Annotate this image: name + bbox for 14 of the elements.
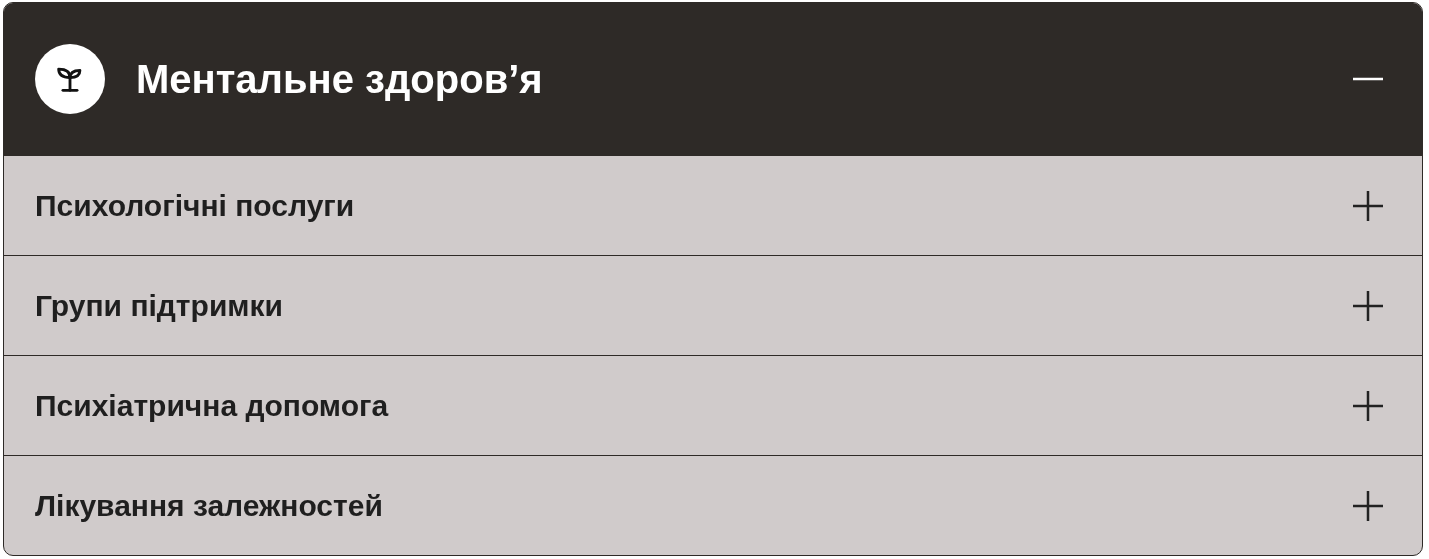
accordion-row[interactable]: Групи підтримки xyxy=(4,255,1422,355)
plus-icon[interactable] xyxy=(1352,189,1384,222)
section-title: Ментальне здоров’я xyxy=(136,56,544,103)
row-label: Психологічні послуги xyxy=(35,188,356,224)
row-label: Лікування залежностей xyxy=(35,488,384,524)
section-header[interactable]: Ментальне здоров’я xyxy=(4,3,1422,155)
accordion-row[interactable]: Лікування залежностей xyxy=(4,455,1422,555)
accordion-row[interactable]: Психологічні послуги xyxy=(4,155,1422,255)
plus-icon[interactable] xyxy=(1352,289,1384,322)
plus-icon[interactable] xyxy=(1352,489,1384,522)
row-label: Психіатрична допомога xyxy=(35,388,390,424)
row-label: Групи підтримки xyxy=(35,288,284,324)
plus-icon[interactable] xyxy=(1352,389,1384,422)
accordion-row[interactable]: Психіатрична допомога xyxy=(4,355,1422,455)
